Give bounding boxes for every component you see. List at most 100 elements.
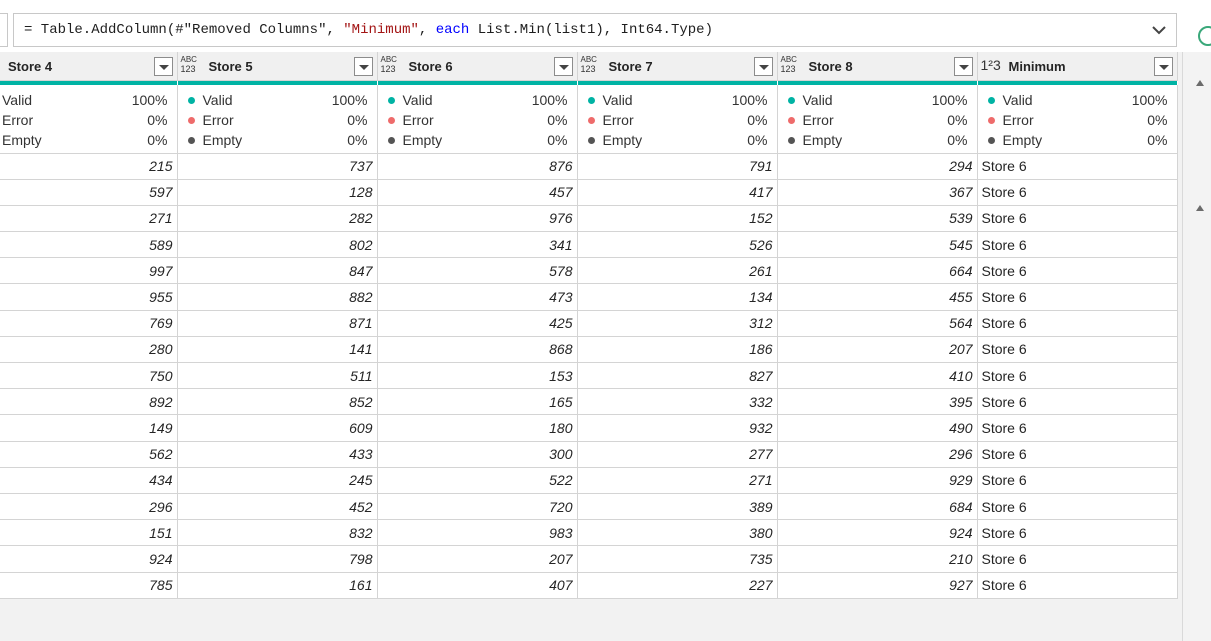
table-cell[interactable]: 791 xyxy=(577,153,778,180)
table-cell[interactable]: 261 xyxy=(577,257,778,285)
table-cell[interactable]: 367 xyxy=(777,179,978,206)
table-cell[interactable]: 207 xyxy=(377,545,578,573)
table-cell[interactable]: 341 xyxy=(377,231,578,259)
column-header[interactable]: ABC 123 Store 5 xyxy=(177,52,378,81)
table-cell[interactable]: Store 6 xyxy=(977,310,1178,337)
table-cell[interactable]: 852 xyxy=(177,388,378,416)
table-cell[interactable]: 294 xyxy=(777,153,978,180)
table-cell[interactable]: 434 xyxy=(0,467,178,494)
table-cell[interactable]: 207 xyxy=(777,336,978,364)
type-any-icon[interactable]: ABC 123 xyxy=(781,52,807,80)
table-cell[interactable]: 664 xyxy=(777,257,978,285)
filter-dropdown-button[interactable] xyxy=(953,56,973,76)
filter-dropdown-button[interactable] xyxy=(1153,56,1173,76)
table-cell[interactable]: 589 xyxy=(0,231,178,259)
table-cell[interactable]: 271 xyxy=(577,467,778,494)
table-cell[interactable]: Store 6 xyxy=(977,572,1178,599)
table-cell[interactable]: Store 6 xyxy=(977,414,1178,442)
table-cell[interactable]: 955 xyxy=(0,283,178,311)
table-cell[interactable]: Store 6 xyxy=(977,231,1178,259)
table-cell[interactable]: 871 xyxy=(177,310,378,337)
table-cell[interactable]: 720 xyxy=(377,493,578,521)
table-cell[interactable]: 152 xyxy=(577,205,778,233)
table-cell[interactable]: 452 xyxy=(177,493,378,521)
table-cell[interactable]: 151 xyxy=(0,519,178,547)
table-cell[interactable]: 876 xyxy=(377,153,578,180)
table-cell[interactable]: 802 xyxy=(177,231,378,259)
table-cell[interactable]: Store 6 xyxy=(977,545,1178,573)
table-cell[interactable]: Store 6 xyxy=(977,493,1178,521)
table-cell[interactable]: 997 xyxy=(0,257,178,285)
table-cell[interactable]: 296 xyxy=(0,493,178,521)
column-header[interactable]: 1²3 Minimum xyxy=(977,52,1178,81)
collapse-arrow-icon[interactable] xyxy=(1196,80,1204,86)
column-header[interactable]: Store 4 xyxy=(0,52,178,81)
table-cell[interactable]: 153 xyxy=(377,362,578,390)
table-cell[interactable]: 927 xyxy=(777,572,978,599)
table-cell[interactable]: 395 xyxy=(777,388,978,416)
formula-text[interactable]: = Table.AddColumn(#"Removed Columns", "M… xyxy=(24,22,713,38)
table-cell[interactable]: 312 xyxy=(577,310,778,337)
table-cell[interactable]: 798 xyxy=(177,545,378,573)
table-cell[interactable]: 868 xyxy=(377,336,578,364)
table-cell[interactable]: 511 xyxy=(177,362,378,390)
table-cell[interactable]: 417 xyxy=(577,179,778,206)
table-cell[interactable]: 597 xyxy=(0,179,178,206)
table-cell[interactable]: 522 xyxy=(377,467,578,494)
table-cell[interactable]: 457 xyxy=(377,179,578,206)
table-cell[interactable]: 539 xyxy=(777,205,978,233)
table-cell[interactable]: 210 xyxy=(777,545,978,573)
table-cell[interactable]: 271 xyxy=(0,205,178,233)
table-cell[interactable]: Store 6 xyxy=(977,519,1178,547)
column-header[interactable]: ABC 123 Store 8 xyxy=(777,52,978,81)
table-cell[interactable]: 769 xyxy=(0,310,178,337)
table-cell[interactable]: 785 xyxy=(0,572,178,599)
table-cell[interactable]: 929 xyxy=(777,467,978,494)
table-cell[interactable]: 227 xyxy=(577,572,778,599)
table-cell[interactable]: 564 xyxy=(777,310,978,337)
table-cell[interactable]: 332 xyxy=(577,388,778,416)
table-cell[interactable]: 882 xyxy=(177,283,378,311)
type-any-icon[interactable]: ABC 123 xyxy=(581,52,607,80)
table-cell[interactable]: 425 xyxy=(377,310,578,337)
column-header[interactable]: ABC 123 Store 6 xyxy=(377,52,578,81)
formula-input[interactable]: = Table.AddColumn(#"Removed Columns", "M… xyxy=(13,13,1177,47)
table-cell[interactable]: 578 xyxy=(377,257,578,285)
table-cell[interactable]: 562 xyxy=(0,441,178,468)
column-header[interactable]: ABC 123 Store 7 xyxy=(577,52,778,81)
table-cell[interactable]: Store 6 xyxy=(977,283,1178,311)
table-cell[interactable]: Store 6 xyxy=(977,467,1178,494)
table-cell[interactable]: 380 xyxy=(577,519,778,547)
table-cell[interactable]: Store 6 xyxy=(977,336,1178,364)
table-cell[interactable]: 976 xyxy=(377,205,578,233)
table-cell[interactable]: 134 xyxy=(577,283,778,311)
table-cell[interactable]: 473 xyxy=(377,283,578,311)
settings-circle-icon[interactable] xyxy=(1198,26,1211,46)
filter-dropdown-button[interactable] xyxy=(553,56,573,76)
table-cell[interactable]: 245 xyxy=(177,467,378,494)
chevron-down-icon[interactable] xyxy=(1150,22,1168,38)
table-cell[interactable]: 186 xyxy=(577,336,778,364)
table-cell[interactable]: 924 xyxy=(0,545,178,573)
table-cell[interactable]: 282 xyxy=(177,205,378,233)
table-cell[interactable]: 847 xyxy=(177,257,378,285)
table-cell[interactable]: 433 xyxy=(177,441,378,468)
collapse-arrow-icon[interactable] xyxy=(1196,205,1204,211)
table-cell[interactable]: 407 xyxy=(377,572,578,599)
table-cell[interactable]: 684 xyxy=(777,493,978,521)
table-cell[interactable]: Store 6 xyxy=(977,179,1178,206)
table-cell[interactable]: 737 xyxy=(177,153,378,180)
table-cell[interactable]: 389 xyxy=(577,493,778,521)
filter-dropdown-button[interactable] xyxy=(753,56,773,76)
table-cell[interactable]: 280 xyxy=(0,336,178,364)
table-cell[interactable]: 277 xyxy=(577,441,778,468)
table-cell[interactable]: 161 xyxy=(177,572,378,599)
table-cell[interactable]: Store 6 xyxy=(977,362,1178,390)
table-cell[interactable]: 215 xyxy=(0,153,178,180)
table-cell[interactable]: 609 xyxy=(177,414,378,442)
table-cell[interactable]: 180 xyxy=(377,414,578,442)
table-cell[interactable]: 924 xyxy=(777,519,978,547)
table-cell[interactable]: 490 xyxy=(777,414,978,442)
table-cell[interactable]: 827 xyxy=(577,362,778,390)
table-cell[interactable]: 296 xyxy=(777,441,978,468)
